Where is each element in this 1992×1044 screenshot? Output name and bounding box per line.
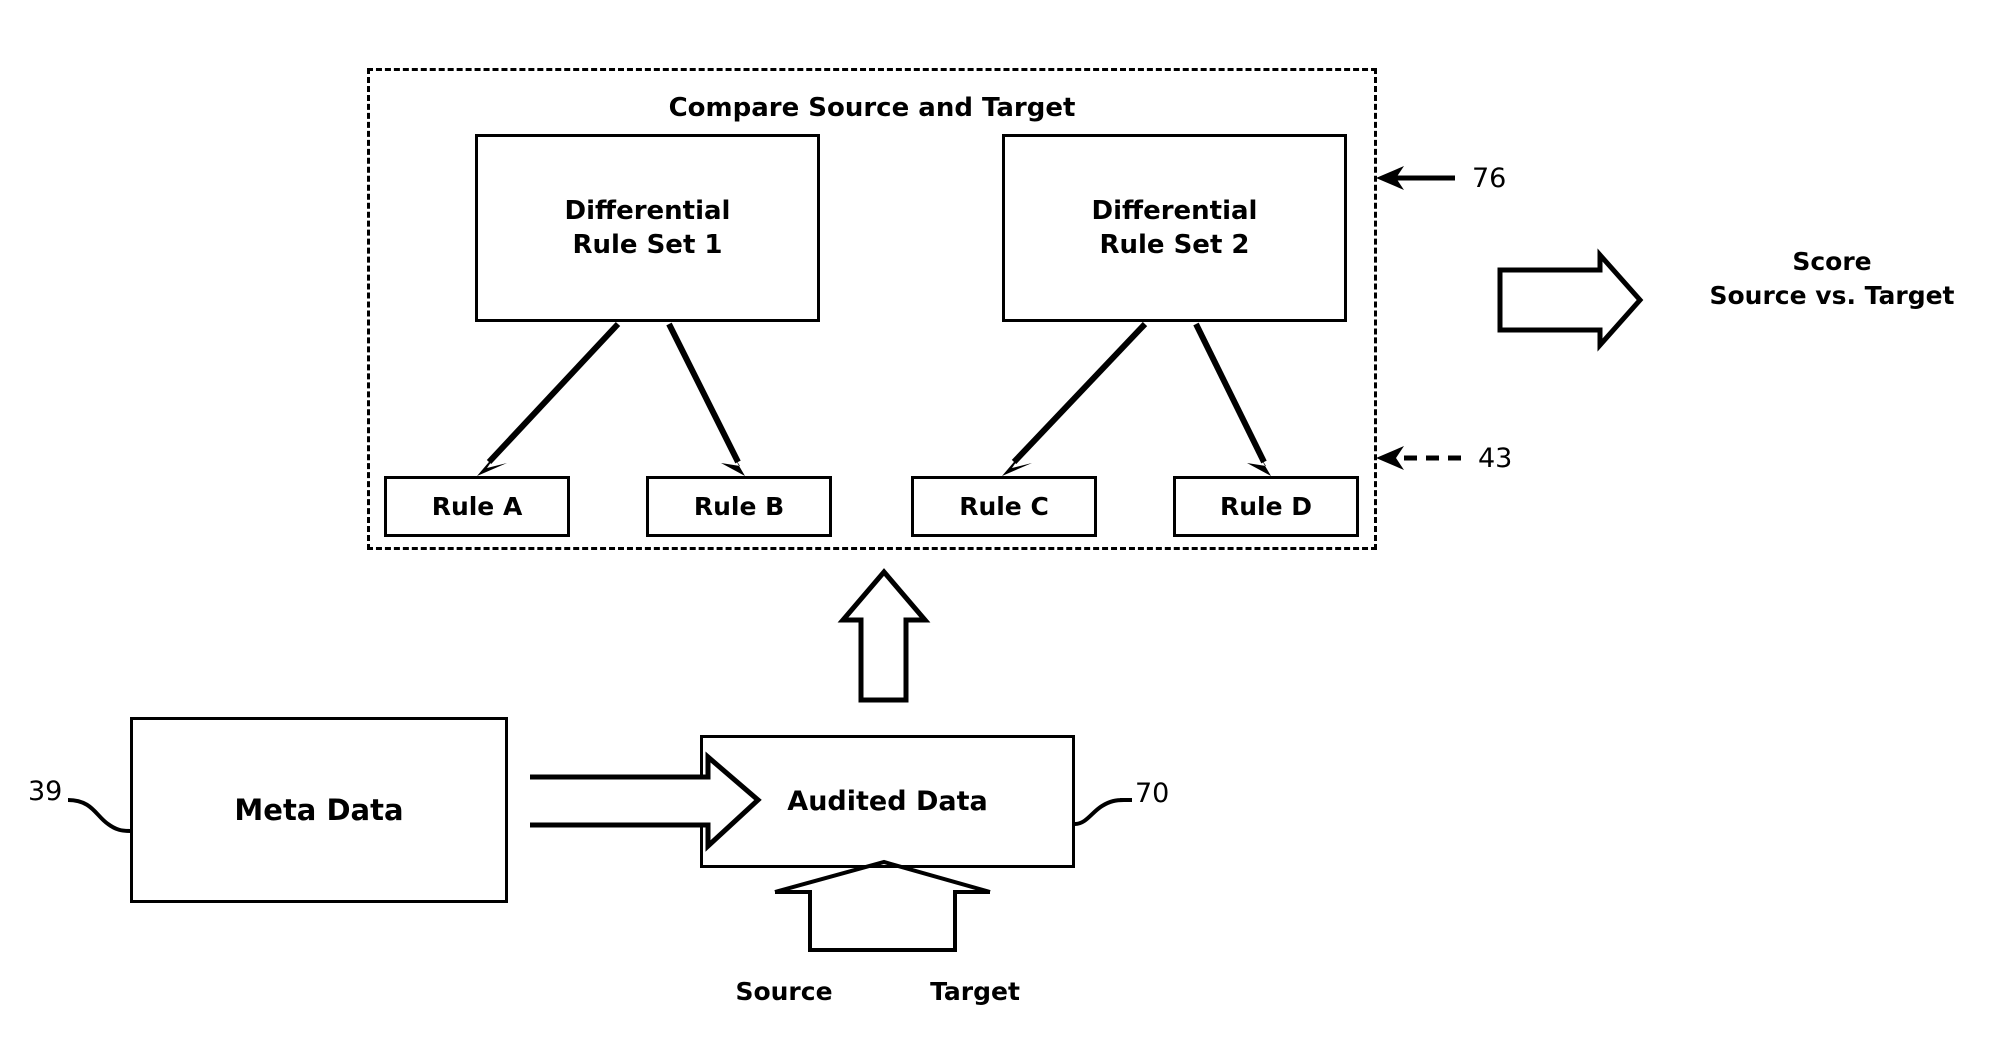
leader-line-39 [67, 798, 131, 833]
target-input-label: Target [930, 977, 1020, 1006]
rule-b-label: Rule B [693, 492, 785, 521]
figure-canvas: Compare Source and Target Differential R… [0, 0, 1992, 1044]
compare-region-title: Compare Source and Target [668, 93, 1076, 123]
audited-data-box[interactable]: Audited Data [700, 735, 1075, 868]
score-output-label: Score Source vs. Target [1709, 247, 1955, 310]
differential-rule-set-2-label: Differential Rule Set 2 [1091, 195, 1258, 260]
reference-numeral-39: 39 [28, 776, 63, 807]
source-input-label: Source [735, 977, 833, 1006]
rule-a-box[interactable]: Rule A [384, 476, 570, 537]
reference-numeral-76: 76 [1472, 163, 1507, 194]
leader-line-76 [1376, 166, 1455, 190]
meta-data-label: Meta Data [234, 792, 404, 827]
audited-data-label: Audited Data [787, 785, 988, 817]
block-arrow-score-output [1497, 248, 1644, 352]
rule-c-box[interactable]: Rule C [911, 476, 1097, 537]
reference-numeral-43: 43 [1478, 443, 1513, 474]
differential-rule-set-2-box[interactable]: Differential Rule Set 2 [1002, 134, 1347, 322]
rule-b-box[interactable]: Rule B [646, 476, 832, 537]
rule-d-label: Rule D [1219, 492, 1313, 521]
rule-c-label: Rule C [959, 492, 1049, 521]
rule-d-box[interactable]: Rule D [1173, 476, 1359, 537]
merge-chevron-source-target [774, 859, 991, 952]
differential-rule-set-1-label: Differential Rule Set 1 [564, 195, 731, 260]
differential-rule-set-1-box[interactable]: Differential Rule Set 1 [475, 134, 820, 322]
rule-a-label: Rule A [431, 492, 523, 521]
leader-line-43 [1376, 446, 1461, 470]
reference-numeral-70: 70 [1135, 778, 1170, 809]
leader-line-70 [1074, 798, 1132, 826]
meta-data-box[interactable]: Meta Data [130, 717, 508, 903]
block-arrow-audited-to-rules [837, 568, 931, 703]
